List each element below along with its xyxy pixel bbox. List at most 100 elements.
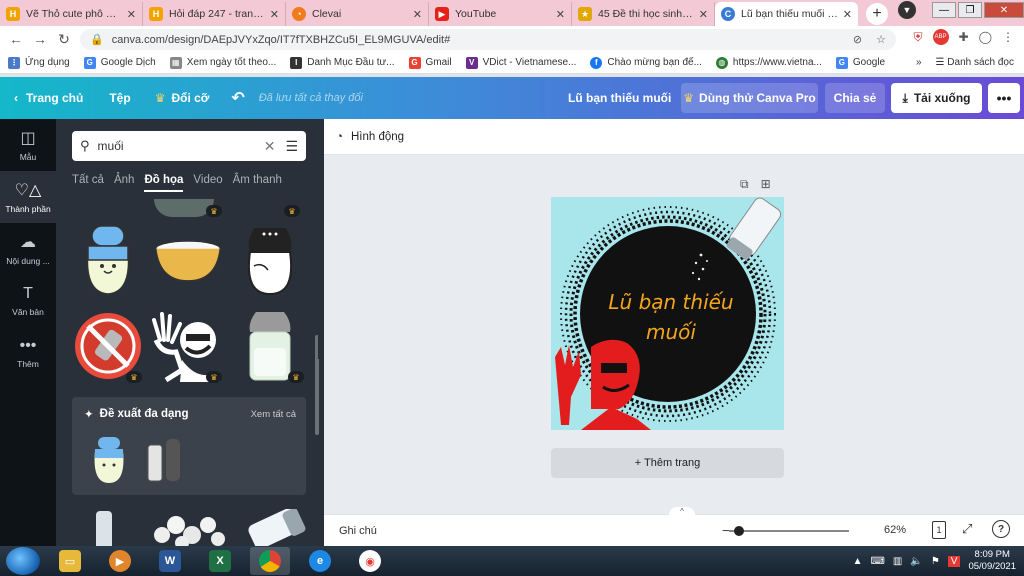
reading-list-button[interactable]: ☰ Danh sách đọc	[936, 57, 1014, 68]
adblock-icon[interactable]: ABP	[932, 29, 949, 45]
design-title-line1[interactable]: Lũ bạn thiếu	[608, 290, 733, 314]
browser-tab[interactable]: ★ 45 Đề thi học sinh giỏi ✕	[572, 2, 715, 26]
close-tab-icon[interactable]: ✕	[270, 8, 279, 21]
bookmark-item[interactable]: ▦ Xem ngày tốt theo...	[169, 56, 276, 69]
lock-icon[interactable]: 🔒	[90, 33, 104, 46]
tab-audio[interactable]: Âm thanh	[233, 174, 282, 192]
close-tab-icon[interactable]: ✕	[127, 8, 136, 21]
try-pro-button[interactable]: ♛ Dùng thử Canva Pro	[681, 83, 818, 113]
home-button[interactable]: ‹ Trang chủ	[14, 91, 83, 105]
salt-bowl-thumb[interactable]	[152, 221, 224, 299]
clear-search-icon[interactable]: ✕	[264, 138, 276, 155]
salt-bae-meme-thumb[interactable]: ♛	[152, 307, 224, 385]
taskbar-explorer[interactable]: ▭	[50, 547, 90, 575]
duplicate-page-icon[interactable]: ⧉	[740, 177, 749, 192]
download-button[interactable]: ⤓ Tải xuống	[891, 83, 982, 113]
browser-tab-active[interactable]: C Lũ bạn thiếu muối - Lo ✕	[715, 2, 858, 26]
close-window-button[interactable]: ✕	[984, 2, 1024, 18]
bookmark-item[interactable]: G Google	[835, 56, 885, 69]
taskbar-media[interactable]: ▶	[100, 547, 140, 575]
more-bookmarks-icon[interactable]: »	[916, 57, 922, 68]
suggest-salt-pepper-thumb[interactable]	[144, 435, 184, 488]
close-tab-icon[interactable]: ✕	[413, 8, 422, 21]
minimize-button[interactable]: —	[932, 2, 956, 18]
browser-tab[interactable]: H Vẽ Thỏ cute phô mai que ✕	[0, 2, 143, 26]
browser-tab[interactable]: ▶ YouTube ✕	[429, 2, 572, 26]
see-all-link[interactable]: Xem tất cả	[251, 409, 296, 420]
forward-arrow-icon[interactable]: →	[28, 31, 52, 47]
share-button[interactable]: Chia sẻ	[825, 83, 885, 113]
notes-button[interactable]: Ghi chú	[339, 525, 377, 537]
tab-graphics[interactable]: Đồ họa	[144, 174, 184, 192]
salt-crystals-thumb[interactable]	[152, 511, 226, 546]
animate-icon[interactable]: ◔	[336, 131, 343, 143]
zoom-slider[interactable]	[729, 530, 849, 532]
bookmark-item[interactable]: I Danh Mục Đầu tư...	[290, 56, 395, 69]
address-bar[interactable]: 🔒 canva.com/design/DAEpJVYxZqo/IT7fTXBHZ…	[80, 29, 896, 50]
volume-icon[interactable]: 🔈	[910, 556, 922, 567]
animate-button[interactable]: Hình động	[351, 131, 404, 143]
tab-all[interactable]: Tất cả	[72, 174, 104, 192]
suggest-salt-cute-thumb[interactable]	[90, 435, 128, 488]
salt-shaker-glass-thumb[interactable]: ♛	[234, 307, 306, 385]
back-arrow-icon[interactable]: ←	[4, 31, 28, 47]
network-icon[interactable]: ▥	[893, 556, 902, 567]
taskbar-app[interactable]: ◉	[350, 547, 390, 575]
nav-text[interactable]: T Văn bản	[0, 275, 56, 327]
fullscreen-icon[interactable]: ⤢	[962, 521, 972, 537]
tab-video[interactable]: Video	[193, 174, 222, 192]
close-tab-icon[interactable]: ✕	[843, 8, 852, 21]
bookmark-item[interactable]: G Google Dịch	[83, 56, 156, 69]
keyboard-icon[interactable]: ⌨	[870, 556, 884, 567]
salt-shaker-cute-thumb[interactable]	[72, 221, 144, 299]
start-button[interactable]	[6, 547, 40, 575]
ime-icon[interactable]: V	[947, 555, 961, 567]
browser-tab[interactable]: H Hỏi đáp 247 - trang tra ✕	[143, 2, 286, 26]
bookmark-item[interactable]: ◍ https://www.vietna...	[715, 56, 822, 69]
nav-elements[interactable]: ♡△ Thành phần	[0, 171, 56, 223]
taskbar-word[interactable]: W	[150, 547, 190, 575]
filter-icon[interactable]: ☰	[285, 138, 298, 155]
nav-more[interactable]: ••• Thêm	[0, 327, 56, 379]
document-title[interactable]: Lũ bạn thiếu muối	[568, 91, 671, 105]
add-page-icon[interactable]: ⊞	[761, 177, 771, 192]
tab-photos[interactable]: Ảnh	[114, 174, 134, 192]
bookmark-item[interactable]: f Chào mừng bạn đế...	[590, 56, 702, 69]
bookmark-item[interactable]: V VDict - Vietnamese...	[465, 56, 576, 69]
no-salt-sign-thumb[interactable]: ♛	[72, 307, 144, 385]
eye-off-icon[interactable]: ⊘	[853, 33, 862, 46]
reload-icon[interactable]: ↻	[52, 31, 76, 48]
taskbar-chrome[interactable]	[250, 547, 290, 575]
profile-avatar-icon[interactable]: ◯	[979, 30, 992, 44]
nav-templates[interactable]: ◫ Mẫu	[0, 119, 56, 171]
close-tab-icon[interactable]: ✕	[699, 8, 708, 21]
graphic-thumb-partial[interactable]	[154, 199, 214, 217]
more-options-button[interactable]: •••	[988, 83, 1020, 113]
search-input[interactable]: ⚲ muối ✕ ☰	[72, 131, 306, 161]
undo-icon[interactable]: ↶	[231, 88, 244, 108]
zoom-level[interactable]: 62%	[884, 524, 906, 536]
salt-shaker-tilted-thumb[interactable]	[236, 508, 308, 546]
profile-menu-icon[interactable]: ▼	[898, 1, 916, 19]
new-tab-button[interactable]: +	[866, 3, 888, 25]
design-canvas[interactable]: Lũ bạn thiếu muối	[551, 197, 784, 430]
restore-button[interactable]: ❐	[958, 2, 982, 18]
kebab-menu-icon[interactable]: ⋮	[1002, 30, 1014, 44]
bookmark-star-icon[interactable]: ☆	[876, 33, 886, 46]
browser-tab[interactable]: ◔ Clevai ✕	[286, 2, 429, 26]
taskbar-ie[interactable]: e	[300, 547, 340, 575]
puzzle-extensions-icon[interactable]: ✚	[959, 30, 969, 44]
show-pages-chevron-icon[interactable]: ^	[669, 507, 695, 519]
design-title-line2[interactable]: muối	[646, 320, 696, 344]
zoom-slider-handle[interactable]	[734, 526, 744, 536]
tray-expand-icon[interactable]: ▲	[853, 556, 863, 567]
shield-extension-icon[interactable]: ⛨	[913, 30, 922, 45]
clock[interactable]: 8:09 PM 05/09/2021	[968, 549, 1016, 573]
flag-icon[interactable]: ⚑	[931, 556, 940, 567]
page-count-button[interactable]: 1	[932, 521, 946, 539]
add-page-button[interactable]: + Thêm trang	[551, 448, 784, 478]
resize-button[interactable]: ♛ Đổi cỡ	[155, 91, 210, 105]
salt-shaker-black-thumb[interactable]	[234, 221, 306, 299]
bookmark-item[interactable]: ⋮ Ứng dụng	[8, 56, 70, 69]
file-menu[interactable]: Tệp	[109, 91, 130, 105]
